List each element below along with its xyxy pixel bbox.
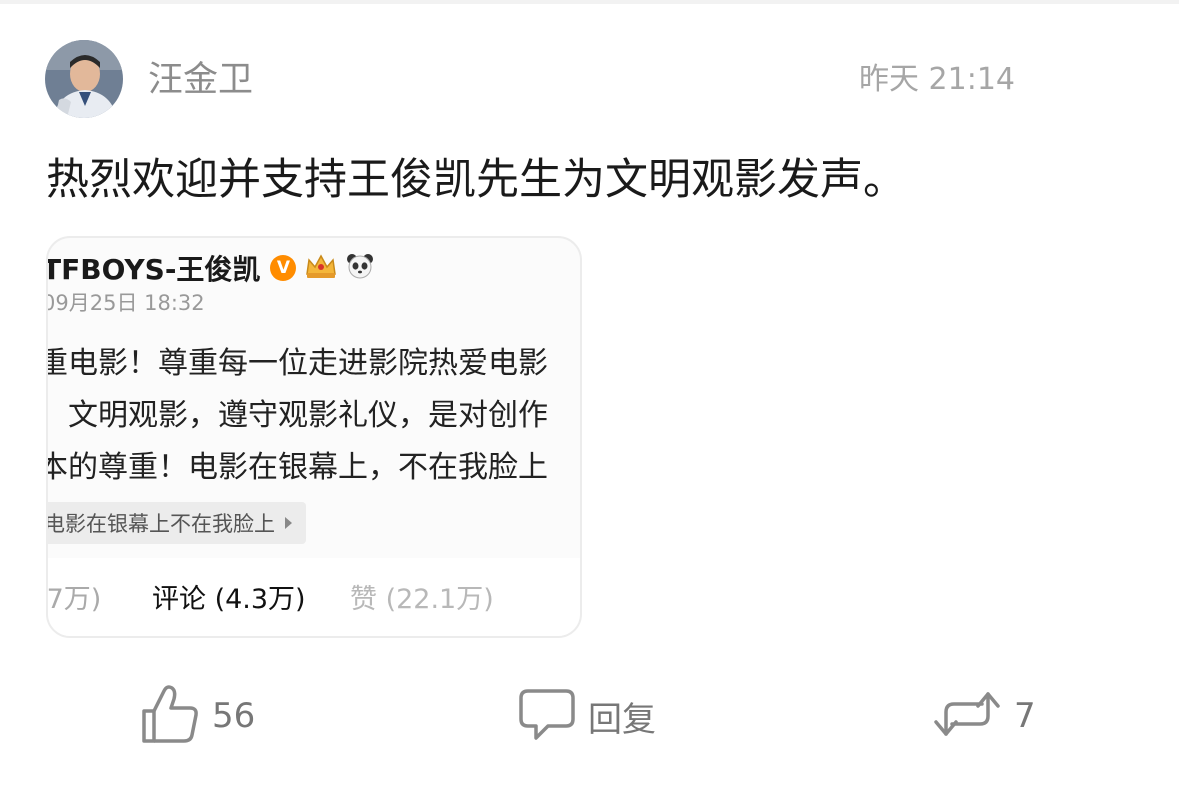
like-button[interactable]: 56	[140, 684, 255, 748]
thumbs-up-icon	[140, 683, 200, 749]
comment-bubble-icon	[518, 685, 576, 747]
quoted-post-card[interactable]: TFBOYS-王俊凯 V 09月25日 18:32 重电影！尊重每一位走进影院热…	[46, 236, 582, 638]
quoted-comment-count[interactable]: 评论 (4.3万)	[152, 582, 306, 618]
like-count: 56	[212, 696, 256, 736]
top-divider	[0, 0, 1179, 4]
quoted-repost-count[interactable]: .7万)	[48, 582, 101, 618]
quoted-line: ，文明观影，遵守观影礼仪，是对创作	[46, 398, 548, 433]
post-time: 昨天 21:14	[859, 62, 1015, 97]
quoted-like-count[interactable]: 赞 (22.1万)	[350, 582, 494, 618]
author-name[interactable]: 汪金卫	[148, 58, 253, 102]
quoted-body: 重电影！尊重每一位走进影院热爱电影 ，文明观影，遵守观影礼仪，是对创作 本的尊重…	[46, 338, 548, 494]
repost-icon	[932, 686, 1002, 746]
repost-button[interactable]: 7	[932, 684, 1036, 748]
quoted-date: 09月25日 18:32	[46, 291, 205, 315]
quoted-line: 重电影！尊重每一位走进影院热爱电影	[46, 346, 548, 381]
repost-count: 7	[1014, 696, 1036, 736]
quoted-stats-bar	[48, 558, 580, 636]
chevron-right-icon	[285, 517, 292, 529]
topic-tag[interactable]: 电影在银幕上不在我脸上	[46, 502, 306, 544]
topic-label: 电影在银幕上不在我脸上	[46, 512, 275, 536]
quoted-header: TFBOYS-王俊凯 V	[48, 248, 374, 288]
crown-icon	[304, 252, 338, 284]
panda-icon	[346, 252, 374, 284]
quoted-line: 本的尊重！电影在银幕上，不在我脸上	[46, 450, 548, 485]
reply-label: 回复	[588, 699, 656, 740]
reply-button[interactable]: 回复	[518, 684, 656, 748]
post-text: 热烈欢迎并支持王俊凯先生为文明观影发声。	[46, 155, 906, 205]
verified-badge-icon: V	[270, 255, 297, 281]
avatar[interactable]	[45, 40, 123, 118]
quoted-author-name[interactable]: TFBOYS-王俊凯	[48, 248, 260, 288]
